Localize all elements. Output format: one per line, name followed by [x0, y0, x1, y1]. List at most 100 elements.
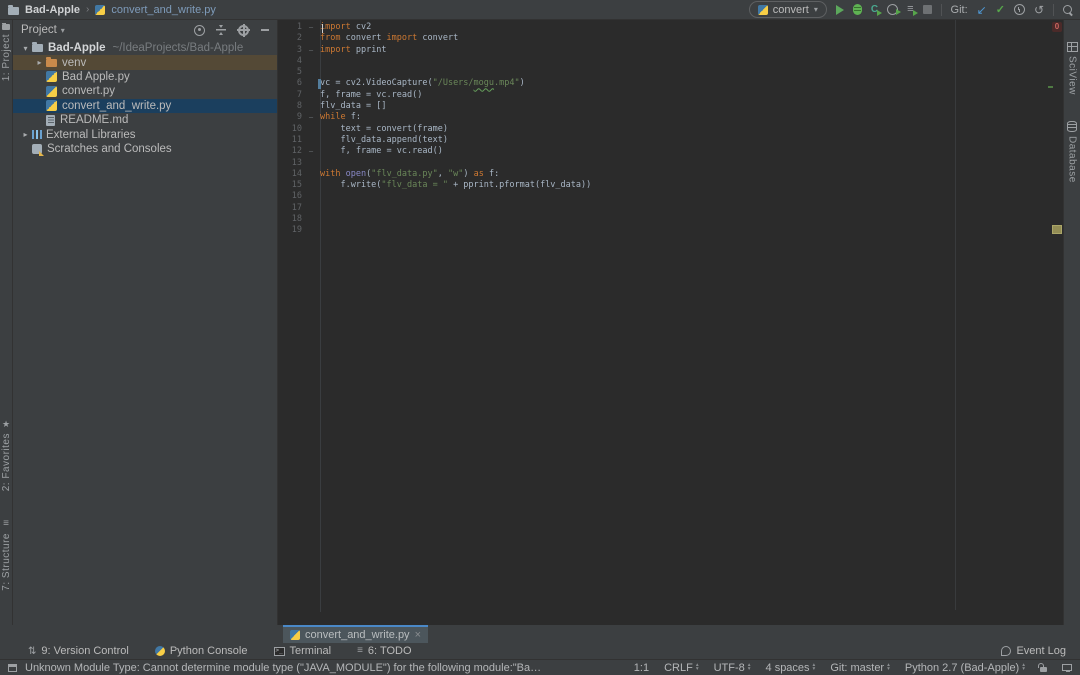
toolwindow-button-terminal[interactable]: Terminal [274, 645, 332, 657]
fold-marker-icon[interactable]: − [302, 45, 320, 56]
tree-item-readme-md[interactable]: README.md [13, 113, 277, 127]
code-text [320, 158, 1043, 169]
fold-marker-icon[interactable]: − [302, 22, 320, 33]
expand-arrow-icon[interactable]: ▸ [33, 58, 46, 67]
debug-button[interactable] [853, 4, 862, 15]
event-log-button[interactable]: Event Log [1001, 645, 1066, 657]
breadcrumb-file[interactable]: convert_and_write.py [111, 4, 216, 16]
rollback-button[interactable]: ↺ [1034, 4, 1044, 16]
locate-file-button[interactable] [194, 25, 205, 36]
vcs-icon: ⇅ [28, 646, 36, 657]
code-lines[interactable]: 1−import cv22from convert import convert… [278, 22, 1043, 237]
close-icon[interactable]: × [415, 630, 421, 641]
collapse-all-button[interactable] [216, 25, 226, 35]
status-item-utf-8[interactable]: UTF-8▴▾ [714, 662, 751, 674]
line-number: 19 [278, 225, 302, 236]
code-line-13: 13 [278, 158, 1043, 169]
sidebar-item-favorites[interactable]: ★ 2: Favorites [1, 416, 12, 495]
monitor-icon[interactable] [1062, 664, 1072, 671]
tree-item-venv[interactable]: ▸venv [13, 55, 277, 69]
search-everywhere-button[interactable] [1063, 5, 1072, 14]
code-line-11: 11 flv_data.append(text) [278, 135, 1043, 146]
tree-item-bad-apple-py[interactable]: Bad Apple.py [13, 70, 277, 84]
fold-marker-icon[interactable]: − [302, 146, 320, 157]
tree-item-convert-and-write-py[interactable]: convert_and_write.py [13, 99, 277, 113]
updown-arrows-icon: ▴▾ [887, 664, 890, 671]
sidebar-item-structure[interactable]: ≡ 7: Structure [1, 515, 12, 595]
breadcrumb: Bad-Apple › convert_and_write.py [8, 4, 216, 16]
chevron-down-icon[interactable]: ▾ [61, 26, 65, 35]
toolwindow-button-9-version-control[interactable]: ⇅9: Version Control [28, 645, 129, 657]
tree-item-bad-apple[interactable]: ▾Bad-Apple~/IdeaProjects/Bad-Apple [13, 41, 277, 55]
commit-button[interactable]: ✓ [996, 4, 1005, 16]
unlock-icon[interactable] [1040, 667, 1047, 672]
status-item-4-spaces[interactable]: 4 spaces▴▾ [766, 662, 816, 674]
code-text: while f: [320, 112, 1043, 123]
editor-tab-strip: convert_and_write.py × [0, 625, 1080, 643]
right-tool-stripe: SciView Database [1063, 20, 1080, 625]
status-item-git-master[interactable]: Git: master▴▾ [830, 662, 890, 674]
fold-gutter [302, 33, 320, 44]
code-token: convert [340, 33, 386, 43]
expand-arrow-icon[interactable]: ▾ [19, 44, 32, 53]
code-token: .mp4" [494, 78, 520, 88]
line-number: 9 [278, 112, 302, 123]
update-project-button[interactable]: ↙ [977, 4, 987, 16]
caret-stripe-mark [1048, 86, 1053, 88]
updown-arrows-icon: ▴▾ [696, 664, 699, 671]
python-file-icon [290, 630, 300, 640]
editor[interactable]: 1−import cv22from convert import convert… [278, 20, 1063, 625]
fold-gutter [302, 169, 320, 180]
run-configuration-select[interactable]: convert ▾ [749, 1, 827, 18]
code-line-3: 3−import pprint [278, 45, 1043, 56]
breadcrumb-project[interactable]: Bad-Apple [25, 4, 80, 16]
updown-arrows-icon: ▴▾ [748, 664, 751, 671]
run-with-configuration-button[interactable]: ≡ [907, 4, 913, 15]
inspection-status-badge[interactable]: 0 [1052, 22, 1062, 32]
line-number: 16 [278, 191, 302, 202]
code-text: flv_data = [] [320, 101, 1043, 112]
sidebar-item-database[interactable]: Database [1067, 117, 1078, 187]
tab-convert-and-write[interactable]: convert_and_write.py × [283, 625, 428, 643]
toolwindow-toggle-icon[interactable] [8, 664, 17, 672]
line-number: 18 [278, 214, 302, 225]
tree-item-label: README.md [60, 114, 128, 126]
history-button[interactable] [1014, 4, 1025, 15]
code-text [320, 191, 1043, 202]
code-line-6: 6vc = cv2.VideoCapture("/Users/mogu.mp4"… [278, 78, 1043, 89]
updown-arrows-icon: ▴▾ [813, 664, 816, 671]
run-button[interactable] [836, 5, 844, 15]
project-panel-title[interactable]: Project [21, 24, 57, 36]
expand-arrow-icon[interactable]: ▸ [19, 130, 32, 139]
sidebar-item-project[interactable]: 1: Project [1, 20, 12, 85]
stop-button[interactable] [923, 5, 932, 14]
code-line-7: 7f, frame = vc.read() [278, 90, 1043, 101]
code-text: f.write("flv_data = " + pprint.pformat(f… [320, 180, 1043, 191]
toolwindow-button-python-console[interactable]: Python Console [155, 645, 248, 657]
tree-item-scratches-and-consoles[interactable]: Scratches and Consoles [13, 142, 277, 156]
status-item-crlf[interactable]: CRLF▴▾ [664, 662, 699, 674]
code-token: "/Users/ [433, 78, 474, 88]
favorites-stripe-label: 2: Favorites [1, 433, 12, 491]
code-text: import cv2 [320, 22, 1043, 33]
line-number: 8 [278, 101, 302, 112]
code-line-4: 4 [278, 56, 1043, 67]
status-item-python-2-7-bad-apple[interactable]: Python 2.7 (Bad-Apple)▴▾ [905, 662, 1025, 674]
code-line-2: 2from convert import convert [278, 33, 1043, 44]
hide-panel-button[interactable] [261, 25, 269, 35]
tree-item-external-libraries[interactable]: ▸External Libraries [13, 127, 277, 141]
gear-icon [238, 25, 249, 36]
tree-item-label: Bad-Apple [48, 42, 106, 54]
status-item-1-1[interactable]: 1:1 [634, 662, 649, 674]
warning-stripe-mark[interactable] [1052, 225, 1062, 234]
toolwindow-button-6-todo[interactable]: ≡6: TODO [357, 645, 411, 657]
run-with-coverage-button[interactable]: C [871, 4, 878, 15]
fold-marker-icon[interactable]: − [302, 112, 320, 123]
code-token: import [320, 45, 351, 55]
panel-settings-button[interactable] [237, 24, 250, 37]
vcs-change-marker [318, 79, 321, 89]
profiler-button[interactable] [887, 4, 898, 15]
tree-item-convert-py[interactable]: convert.py [13, 84, 277, 98]
sidebar-item-sciview[interactable]: SciView [1067, 38, 1078, 99]
star-icon: ★ [2, 420, 10, 429]
